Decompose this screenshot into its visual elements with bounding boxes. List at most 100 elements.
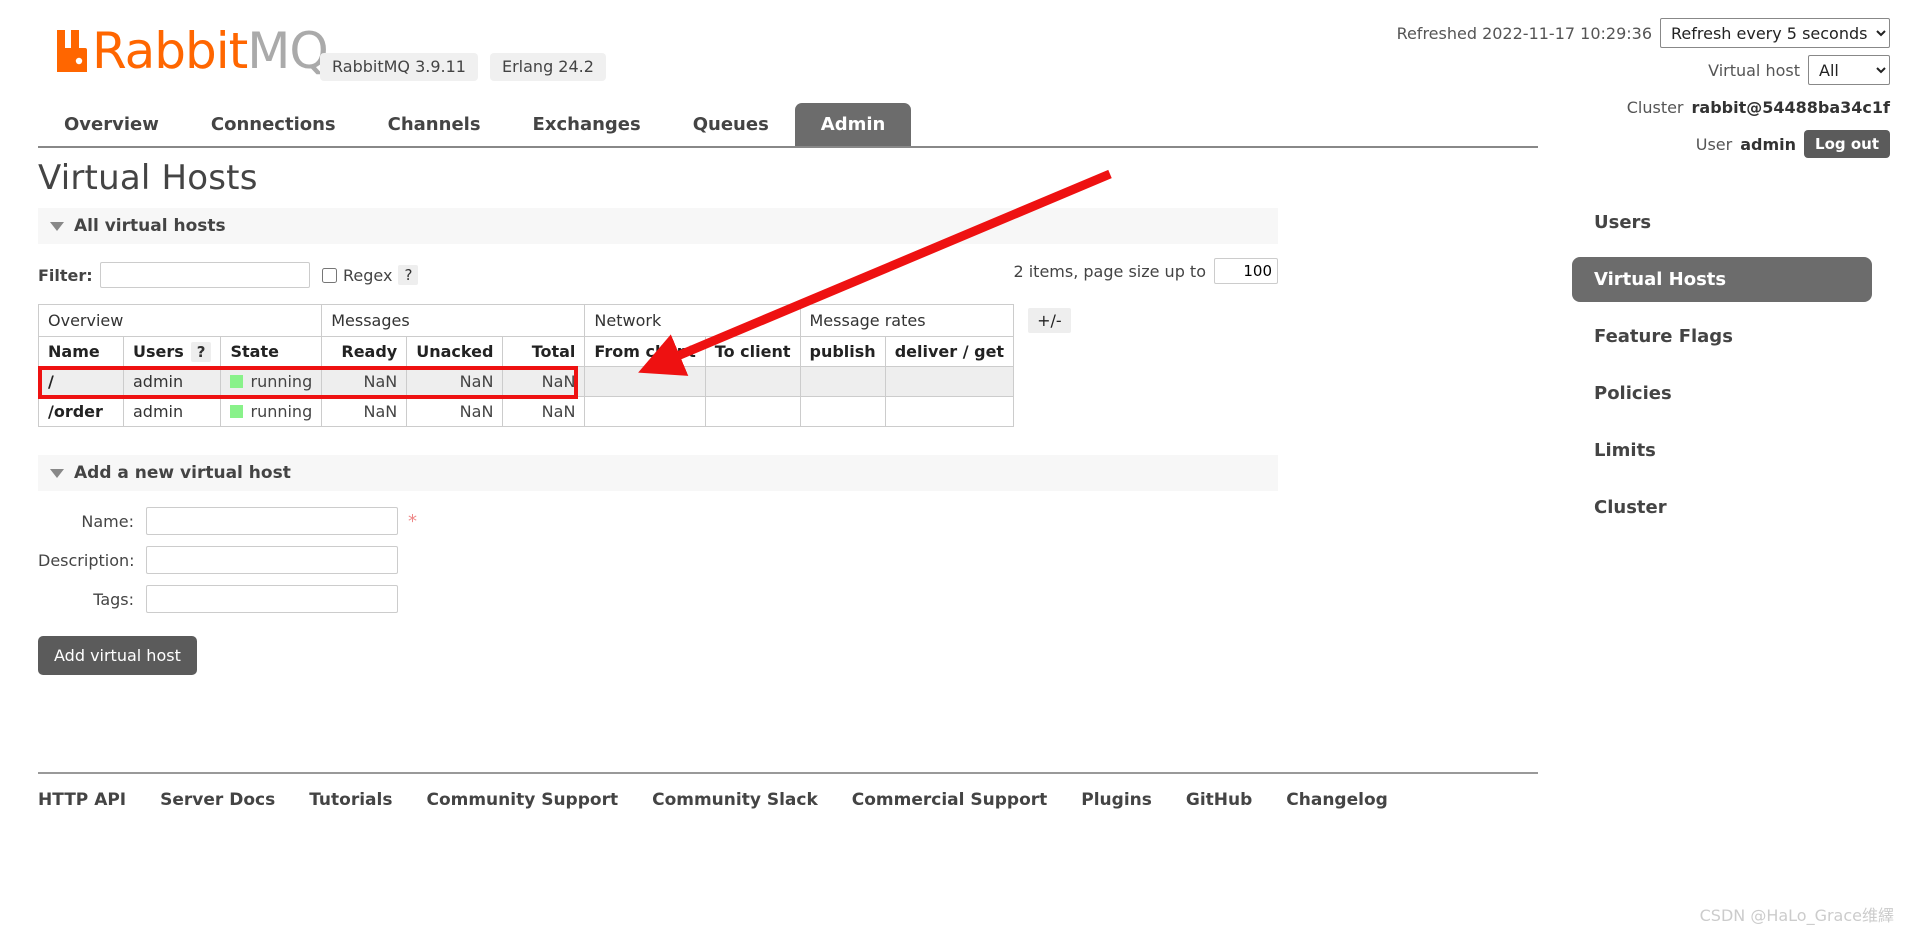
column-header-deliver-get[interactable]: deliver / get <box>884 336 1015 367</box>
cell-unacked: NaN <box>406 366 504 397</box>
column-header-unacked[interactable]: Unacked <box>406 336 504 367</box>
cluster-name: rabbit@54488ba34c1f <box>1691 97 1890 117</box>
footer-link-commercial-support[interactable]: Commercial Support <box>852 790 1048 810</box>
cell-unacked: NaN <box>406 396 504 427</box>
column-header-ready[interactable]: Ready <box>321 336 408 367</box>
form-row: Tags: <box>38 585 1278 613</box>
footer-links: HTTP API Server Docs Tutorials Community Su… <box>38 772 1538 810</box>
nav-tab-connections[interactable]: Connections <box>185 103 362 146</box>
form-row: Description: <box>38 546 1278 574</box>
logout-button[interactable]: Log out <box>1804 130 1890 158</box>
page-size-input[interactable] <box>1214 258 1278 284</box>
vhost-select-label: Virtual host <box>1708 60 1800 80</box>
all-vhosts-section-header[interactable]: All virtual hosts <box>38 208 1278 244</box>
nav-tab-queues[interactable]: Queues <box>667 103 795 146</box>
logo-text-rabbit: Rabbit <box>92 22 248 80</box>
nav-tab-overview[interactable]: Overview <box>38 103 185 146</box>
group-header-row: Overview Messages Network Message rates <box>37 304 1015 337</box>
sidebar-item-users[interactable]: Users <box>1572 200 1872 245</box>
add-vhost-section-header[interactable]: Add a new virtual host <box>38 455 1278 491</box>
footer-link-community-slack[interactable]: Community Slack <box>652 790 818 810</box>
sidebar-item-virtual-hosts[interactable]: Virtual Hosts <box>1572 257 1872 302</box>
caret-down-icon <box>50 221 64 231</box>
user-label: User <box>1695 134 1733 154</box>
cell-users: admin <box>122 396 222 427</box>
page-title: Virtual Hosts <box>38 158 258 198</box>
cell-to-client <box>704 396 801 427</box>
cell-vhost-name[interactable]: /order <box>38 396 124 427</box>
page-size-control: 2 items, page size up to <box>1013 258 1278 284</box>
filter-row: Filter: Regex ? 2 items, page size up to <box>38 258 1278 292</box>
add-vhost-fields: Name: * Description: Tags: <box>38 507 1278 613</box>
refresh-row: Refreshed 2022-11-17 10:29:36 Refresh ev… <box>1397 18 1890 48</box>
column-header-users[interactable]: Users? <box>122 336 222 367</box>
nav-tab-channels[interactable]: Channels <box>362 103 507 146</box>
cell-deliver-get <box>884 396 1015 427</box>
items-count-label: 2 items, page size up to <box>1013 261 1206 281</box>
cell-total: NaN <box>502 396 586 427</box>
regex-checkbox[interactable] <box>322 267 337 283</box>
group-header-overview: Overview <box>37 304 323 337</box>
group-header-message-rates: Message rates <box>799 304 1015 337</box>
rabbitmq-logo-icon <box>55 28 89 74</box>
cell-vhost-name[interactable]: / <box>38 366 124 397</box>
footer-link-tutorials[interactable]: Tutorials <box>309 790 392 810</box>
column-header-publish[interactable]: publish <box>799 336 886 367</box>
page-header: RabbitMQ TM RabbitMQ 3.9.11 Erlang 24.2 … <box>0 0 1920 158</box>
column-header-row: Name Users? State Ready Unacked Total From cli… <box>38 336 1015 367</box>
state-indicator: running <box>230 372 312 391</box>
nav-tab-admin[interactable]: Admin <box>794 103 912 146</box>
form-label-name: Name: <box>81 511 134 531</box>
columns-toggle-button[interactable]: +/- <box>1028 308 1071 333</box>
cell-users: admin <box>122 366 222 397</box>
cell-from-client <box>584 396 706 427</box>
column-header-from-client[interactable]: From client <box>584 336 706 367</box>
users-help-icon[interactable]: ? <box>190 342 212 362</box>
user-name: admin <box>1740 134 1797 154</box>
regex-control: Regex ? <box>322 265 419 285</box>
logo-text-mq: MQ <box>247 22 328 80</box>
cell-from-client <box>584 366 706 397</box>
sidebar-item-feature-flags[interactable]: Feature Flags <box>1572 314 1872 359</box>
column-header-name[interactable]: Name <box>38 336 124 367</box>
filter-input[interactable] <box>100 262 310 288</box>
input-description[interactable] <box>146 546 398 574</box>
input-name[interactable] <box>146 507 398 535</box>
cell-publish <box>799 366 886 397</box>
footer-link-changelog[interactable]: Changelog <box>1286 790 1388 810</box>
table-row[interactable]: /order admin running NaN NaN NaN <box>38 396 1015 427</box>
regex-label: Regex <box>343 265 393 285</box>
sidebar-item-limits[interactable]: Limits <box>1572 428 1872 473</box>
rabbitmq-logo[interactable]: RabbitMQ TM <box>55 22 353 80</box>
footer-link-plugins[interactable]: Plugins <box>1081 790 1152 810</box>
regex-help-icon[interactable]: ? <box>398 265 419 285</box>
cell-publish <box>799 396 886 427</box>
refresh-interval-select[interactable]: Refresh every 5 seconds <box>1660 18 1890 48</box>
vhosts-table: Overview Messages Network Message rates Nam… <box>37 304 1015 427</box>
cell-deliver-get <box>884 366 1015 397</box>
vhosts-table-wrap: Overview Messages Network Message rates Nam… <box>37 169 1278 427</box>
sidebar-item-cluster[interactable]: Cluster <box>1572 485 1872 530</box>
column-header-total[interactable]: Total <box>502 336 586 367</box>
watermark: CSDN @HaLo_Grace维繹 <box>1699 906 1894 925</box>
footer-link-community-support[interactable]: Community Support <box>426 790 618 810</box>
input-tags[interactable] <box>146 585 398 613</box>
all-vhosts-heading: All virtual hosts <box>74 216 226 236</box>
nav-tab-exchanges[interactable]: Exchanges <box>507 103 667 146</box>
sidebar-item-policies[interactable]: Policies <box>1572 371 1872 416</box>
column-header-to-client[interactable]: To client <box>704 336 801 367</box>
app-root: RabbitMQ TM RabbitMQ 3.9.11 Erlang 24.2 … <box>0 0 1920 938</box>
footer-link-http-api[interactable]: HTTP API <box>38 790 126 810</box>
vhost-select[interactable]: All <box>1808 55 1890 85</box>
cell-ready: NaN <box>321 396 408 427</box>
column-header-state[interactable]: State <box>220 336 323 367</box>
table-row[interactable]: / admin running NaN NaN NaN <box>38 366 1015 397</box>
status-dot-icon <box>230 375 244 388</box>
cell-to-client <box>704 366 801 397</box>
column-header-users-label: Users <box>133 342 184 361</box>
status-dot-icon <box>230 405 244 418</box>
form-row: Name: * <box>38 507 1278 535</box>
footer-link-github[interactable]: GitHub <box>1186 790 1252 810</box>
footer-link-server-docs[interactable]: Server Docs <box>160 790 275 810</box>
add-virtual-host-button[interactable]: Add virtual host <box>38 636 197 675</box>
